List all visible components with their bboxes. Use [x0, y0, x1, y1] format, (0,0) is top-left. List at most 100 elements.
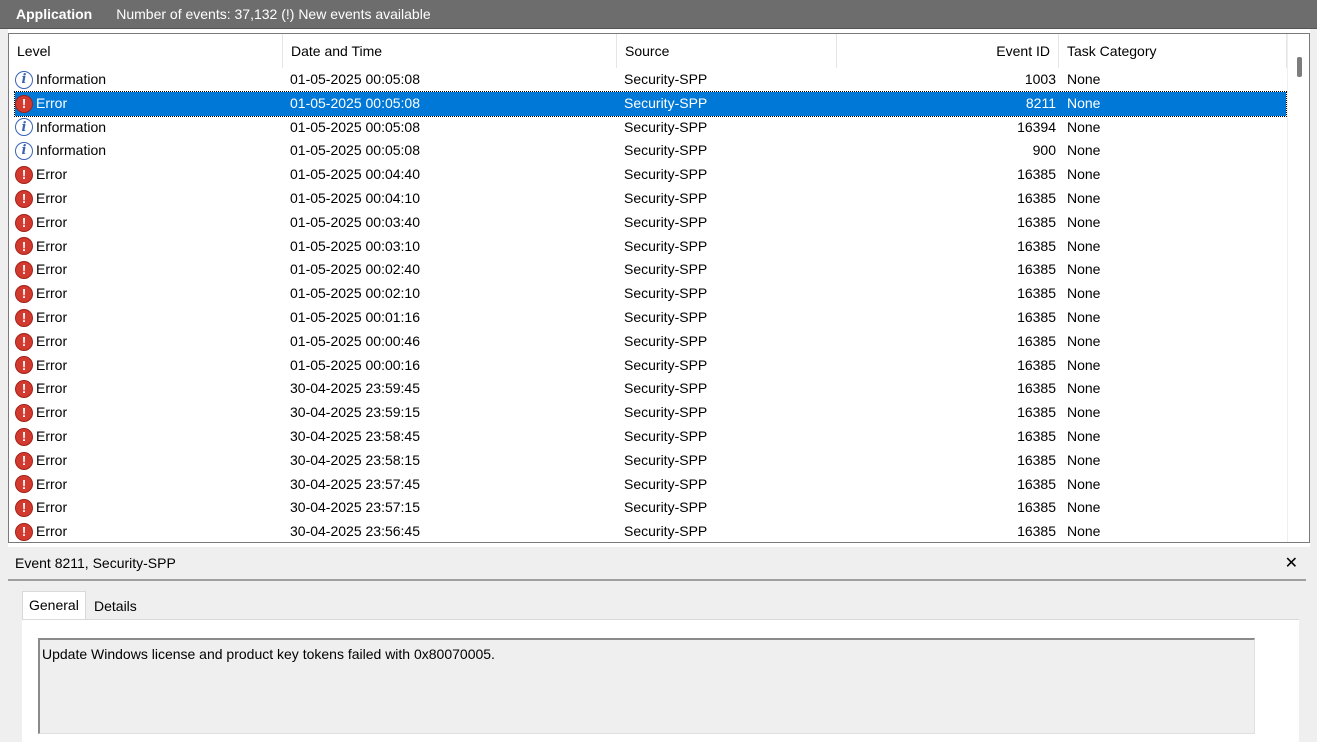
event-source-cell: Security-SPP	[624, 332, 708, 349]
event-level-label: Error	[36, 380, 68, 397]
event-row[interactable]: ! Error 30-04-2025 23:56:45 Security-SPP 163…	[15, 520, 1286, 542]
event-source-cell: Security-SPP	[624, 380, 708, 397]
event-row[interactable]: ! Error 01-05-2025 00:04:10 Security-SPP 163…	[15, 187, 1286, 211]
event-level-cell: ! Error	[15, 163, 285, 187]
event-task-category-cell: None	[1067, 118, 1101, 135]
event-level-label: Information	[36, 71, 107, 87]
event-task-category-cell: None	[1067, 237, 1101, 254]
event-id-cell: 8211	[1025, 94, 1056, 111]
right-border	[1310, 29, 1317, 742]
event-level-cell: i Information	[15, 139, 285, 163]
close-icon[interactable]: ✕	[1285, 553, 1298, 573]
event-date-cell: 01-05-2025 00:05:08	[290, 118, 420, 135]
event-level-cell: ! Error	[15, 235, 285, 259]
event-level-cell: ! Error	[15, 330, 285, 354]
event-source-cell: Security-SPP	[624, 142, 708, 159]
vertical-scrollbar[interactable]	[1287, 34, 1309, 542]
event-row[interactable]: ! Error 01-05-2025 00:04:40 Security-SPP 163…	[15, 163, 1286, 187]
tab-details[interactable]: Details	[88, 593, 143, 619]
event-task-category-cell: None	[1067, 94, 1101, 111]
event-task-category-cell: None	[1067, 499, 1101, 516]
event-level-label: Error	[36, 94, 68, 111]
event-id-cell: 900	[1032, 142, 1056, 159]
error-icon: !	[15, 189, 33, 208]
event-id-cell: 16385	[1017, 309, 1056, 325]
detail-separator	[8, 579, 1306, 581]
error-icon: !	[15, 237, 33, 256]
left-border	[0, 29, 8, 742]
event-source-cell: Security-SPP	[624, 94, 708, 111]
event-date-cell: 01-05-2025 00:04:10	[290, 190, 420, 206]
event-source-cell: Security-SPP	[624, 356, 708, 373]
event-level-label: Error	[36, 499, 68, 516]
event-level-cell: ! Error	[15, 258, 285, 282]
event-source-cell: Security-SPP	[624, 309, 708, 325]
information-icon: i	[15, 118, 33, 137]
event-detail-pane: Event 8211, Security-SPP ✕ General Detai…	[8, 547, 1310, 743]
event-row[interactable]: ! Error 01-05-2025 00:01:16 Security-SPP 163…	[15, 306, 1286, 330]
event-level-cell: ! Error	[15, 211, 285, 235]
event-task-category-cell: None	[1067, 380, 1101, 397]
event-date-cell: 01-05-2025 00:02:40	[290, 261, 420, 278]
event-id-cell: 16385	[1017, 356, 1056, 373]
column-header-date[interactable]: Date and Time	[283, 34, 617, 68]
tab-general[interactable]: General	[22, 591, 86, 620]
column-header-bar: Level Date and Time Source Event ID Task…	[9, 34, 1287, 68]
event-task-category-cell: None	[1067, 71, 1101, 87]
event-source-cell: Security-SPP	[624, 118, 708, 135]
event-description-box[interactable]: Update Windows license and product key t…	[38, 638, 1255, 734]
event-count-info[interactable]: Number of events: 37,132 (!) New events …	[116, 6, 430, 22]
event-row[interactable]: ! Error 30-04-2025 23:57:15 Security-SPP 163…	[15, 496, 1286, 520]
event-row[interactable]: ! Error 01-05-2025 00:05:08 Security-SPP 821…	[14, 90, 1287, 117]
event-row[interactable]: ! Error 01-05-2025 00:02:40 Security-SPP 163…	[15, 258, 1286, 282]
event-task-category-cell: None	[1067, 332, 1101, 349]
event-level-label: Error	[36, 261, 68, 278]
event-row[interactable]: ! Error 01-05-2025 00:03:10 Security-SPP 163…	[15, 235, 1286, 259]
event-task-category-cell: None	[1067, 523, 1101, 540]
event-date-cell: 30-04-2025 23:58:45	[290, 428, 420, 444]
event-row[interactable]: ! Error 30-04-2025 23:59:15 Security-SPP 163…	[15, 401, 1286, 425]
event-task-category-cell: None	[1067, 309, 1101, 325]
error-icon: !	[15, 475, 33, 494]
error-icon: !	[15, 285, 33, 304]
event-level-label: Information	[36, 118, 107, 135]
event-task-category-cell: None	[1067, 190, 1101, 206]
log-titlebar: Application Number of events: 37,132 (!)…	[0, 0, 1317, 29]
event-row[interactable]: ! Error 01-05-2025 00:00:46 Security-SPP 163…	[15, 330, 1286, 354]
event-row[interactable]: ! Error 30-04-2025 23:58:45 Security-SPP 163…	[15, 425, 1286, 449]
event-level-cell: ! Error	[15, 377, 285, 401]
event-row[interactable]: ! Error 01-05-2025 00:02:10 Security-SPP 163…	[15, 282, 1286, 306]
event-level-cell: ! Error	[15, 473, 285, 497]
event-task-category-cell: None	[1067, 404, 1101, 421]
event-level-cell: ! Error	[15, 282, 285, 306]
event-row[interactable]: ! Error 30-04-2025 23:57:45 Security-SPP 163…	[15, 473, 1286, 497]
event-id-cell: 16385	[1017, 237, 1056, 254]
event-id-cell: 16385	[1017, 475, 1056, 492]
event-id-cell: 16385	[1017, 261, 1056, 278]
column-header-event-id[interactable]: Event ID	[837, 34, 1059, 68]
event-date-cell: 30-04-2025 23:59:45	[290, 380, 420, 397]
event-date-cell: 01-05-2025 00:03:10	[290, 237, 420, 254]
event-row[interactable]: i Information 01-05-2025 00:05:08 Security-…	[15, 116, 1286, 140]
event-row[interactable]: ! Error 30-04-2025 23:59:45 Security-SPP 163…	[15, 377, 1286, 401]
event-date-cell: 30-04-2025 23:58:15	[290, 451, 420, 468]
error-icon: !	[15, 427, 33, 446]
column-header-level[interactable]: Level	[9, 34, 283, 68]
event-row[interactable]: ! Error 01-05-2025 00:00:16 Security-SPP 163…	[15, 354, 1286, 378]
event-list[interactable]: Level Date and Time Source Event ID Task…	[8, 33, 1310, 543]
column-header-task-category[interactable]: Task Category	[1059, 34, 1287, 68]
scrollbar-thumb[interactable]	[1297, 57, 1302, 77]
event-level-cell: ! Error	[15, 425, 285, 449]
event-row[interactable]: ! Error 30-04-2025 23:58:15 Security-SPP 163…	[15, 449, 1286, 473]
event-row[interactable]: i Information 01-05-2025 00:05:08 Security-…	[15, 68, 1286, 92]
log-name: Application	[16, 6, 93, 22]
event-task-category-cell: None	[1067, 428, 1101, 444]
event-level-label: Error	[36, 190, 68, 206]
event-source-cell: Security-SPP	[624, 190, 708, 206]
event-id-cell: 16385	[1017, 380, 1056, 397]
event-row[interactable]: i Information 01-05-2025 00:05:08 Security-…	[15, 139, 1286, 163]
event-level-label: Error	[36, 428, 68, 444]
event-source-cell: Security-SPP	[624, 404, 708, 421]
event-row[interactable]: ! Error 01-05-2025 00:03:40 Security-SPP 163…	[15, 211, 1286, 235]
column-header-source[interactable]: Source	[617, 34, 837, 68]
